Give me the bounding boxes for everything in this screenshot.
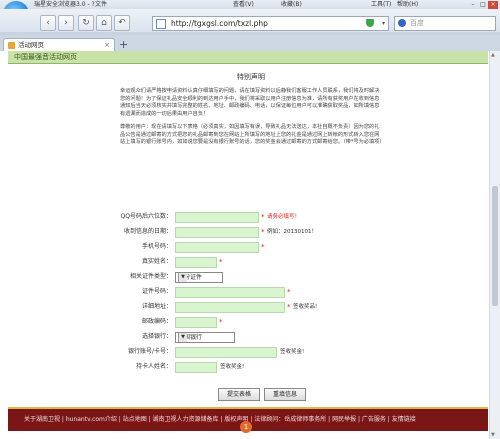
close-window-icon[interactable]: × bbox=[488, 1, 498, 9]
chevron-down-icon[interactable]: ▾ bbox=[382, 17, 385, 30]
postcode-label: 邮政编码： bbox=[141, 318, 172, 325]
phone-row: 手机号码： * bbox=[120, 241, 382, 253]
nav-toolbar: ‹ › ↻ ⌂ ↶ http://tgxgsl.com/txzl.php ▾ 百… bbox=[0, 9, 500, 32]
submit-button[interactable]: 提交表格 bbox=[218, 388, 260, 401]
address-input[interactable] bbox=[175, 302, 285, 313]
scroll-up-icon[interactable]: ▲ bbox=[491, 52, 495, 58]
address-bar[interactable]: http://tgxgsl.com/txzl.php ▾ bbox=[152, 16, 389, 31]
new-tab-button[interactable]: + bbox=[119, 38, 128, 51]
address-hint: 签收奖品! bbox=[293, 304, 318, 310]
menu-view[interactable]: 查看(V) bbox=[233, 0, 254, 9]
page-icon bbox=[156, 19, 166, 29]
title-bar: 瑞星安全浏览器3.0 - ? 文件 查看(V) 收藏(B) 工具(T) 帮助(H… bbox=[0, 0, 500, 9]
page-header-title: 中国最强音活动网页 bbox=[14, 53, 77, 61]
date-input[interactable] bbox=[175, 227, 259, 238]
section-title: 特别声明 bbox=[237, 73, 265, 81]
url-text[interactable]: http://tgxgsl.com/txzl.php bbox=[171, 17, 268, 30]
qq-row: QQ号码后六位数： * 请务必填写！ bbox=[120, 211, 382, 223]
page-header: 中国最强音活动网页 bbox=[8, 51, 488, 64]
name-input[interactable] bbox=[175, 257, 217, 268]
tab-favicon-icon bbox=[8, 42, 15, 49]
notification-badge[interactable]: 1 bbox=[240, 421, 252, 433]
window-controls: – □ × bbox=[468, 0, 498, 9]
date-hint: 例如：20130101！ bbox=[267, 229, 317, 235]
menu-file[interactable]: 文件 bbox=[95, 0, 107, 9]
idtype-label: 相关证件类型： bbox=[129, 273, 172, 280]
tab-active[interactable]: 活动网页 × bbox=[3, 38, 115, 52]
scroll-down-icon[interactable]: ▼ bbox=[491, 432, 495, 438]
holder-row: 持卡人姓名： 签收奖金! bbox=[120, 361, 382, 373]
app-title: 瑞星安全浏览器3.0 - ? bbox=[34, 1, 95, 8]
idno-label: 证件号码： bbox=[141, 288, 172, 295]
account-label: 银行账号/卡号： bbox=[127, 348, 172, 355]
qq-label: QQ号码后六位数： bbox=[120, 213, 172, 220]
date-label: 收到信息的日期： bbox=[123, 228, 172, 235]
form-container: 特别声明 幸运观众们请严格按申请资料认真仔细填写的问题，请在填写资料以后静我们客… bbox=[120, 68, 385, 401]
qq-input[interactable] bbox=[175, 212, 259, 223]
postcode-input[interactable] bbox=[175, 317, 217, 328]
refresh-button[interactable]: ↻ bbox=[78, 15, 94, 31]
baidu-icon bbox=[398, 19, 406, 27]
address-row: 详细地址： * 签收奖品! bbox=[120, 301, 382, 313]
footer-links[interactable]: 关于湖南卫视 | hunantv.com介绍 | 站点地图 | 湖南卫视人力资源… bbox=[24, 415, 416, 424]
page-footer: 关于湖南卫视 | hunantv.com介绍 | 站点地图 | 湖南卫视人力资源… bbox=[8, 407, 488, 433]
vertical-scrollbar[interactable]: ▲ ▼ bbox=[489, 51, 500, 439]
account-hint: 签收奖金! bbox=[280, 349, 305, 355]
holder-hint: 签收奖金! bbox=[220, 364, 245, 370]
address-label: 详细地址： bbox=[141, 303, 172, 310]
forward-button[interactable]: › bbox=[58, 15, 74, 31]
back-button[interactable]: ‹ bbox=[40, 15, 56, 31]
required-mark: * bbox=[219, 318, 223, 326]
account-input[interactable] bbox=[175, 347, 277, 358]
phone-label: 手机号码： bbox=[141, 243, 172, 250]
page-viewport: 中国最强音活动网页 特别声明 幸运观众们请严格按申请资料认真仔细填写的问题，请在… bbox=[0, 51, 500, 439]
required-mark: * bbox=[287, 288, 291, 296]
holder-label: 持卡人姓名： bbox=[135, 363, 172, 370]
name-label: 真实姓名： bbox=[141, 258, 172, 265]
date-row: 收到信息的日期： * 例如：20130101！ bbox=[120, 226, 382, 238]
bank-label: 选择银行： bbox=[141, 333, 172, 340]
undo-button[interactable]: ↶ bbox=[114, 15, 130, 31]
required-mark: * bbox=[287, 303, 291, 311]
menu-tools[interactable]: 工具(T) bbox=[371, 0, 391, 9]
holder-input[interactable] bbox=[175, 362, 217, 373]
bank-select[interactable]: 中国银行 ▼ bbox=[175, 332, 235, 343]
required-mark: * bbox=[261, 228, 265, 236]
qq-hint: 请务必填写！ bbox=[267, 214, 301, 220]
idtype-select[interactable]: 身份证件 ▼ bbox=[175, 272, 223, 283]
idtype-row: 相关证件类型： 身份证件 ▼ bbox=[120, 271, 382, 283]
scrollbar-thumb[interactable] bbox=[492, 186, 498, 306]
search-box[interactable]: 百度 bbox=[394, 16, 496, 31]
reset-button[interactable]: 重填信息 bbox=[264, 388, 306, 401]
chevron-down-icon[interactable]: ▼ bbox=[178, 273, 187, 282]
required-mark: * bbox=[261, 243, 265, 251]
tab-bar: 活动网页 × + bbox=[0, 35, 500, 52]
bank-row: 选择银行： 中国银行 ▼ bbox=[120, 331, 382, 343]
menu-favorites[interactable]: 收藏(B) bbox=[281, 0, 302, 9]
notice-paragraph: 幸运观众们请严格按申请资料认真仔细填写的问题，请在填写资料以后静我们客服工作人员… bbox=[120, 88, 380, 117]
idno-row: 证件号码： * bbox=[120, 286, 382, 298]
account-row: 银行账号/卡号： 签收奖金! bbox=[120, 346, 382, 358]
security-shield-icon[interactable] bbox=[366, 19, 374, 27]
instruction-paragraph: 尊敬的用户：现在请填写以下表格（必须真实，如因填写有误，导致礼品无法送达，本社自… bbox=[120, 124, 385, 145]
required-mark: * bbox=[261, 213, 265, 221]
idno-input[interactable] bbox=[175, 287, 285, 298]
name-row: 真实姓名： * bbox=[120, 256, 382, 268]
chevron-down-icon[interactable]: ▼ bbox=[178, 333, 187, 342]
menu-help[interactable]: 帮助(H) bbox=[397, 0, 418, 9]
required-mark: * bbox=[219, 258, 223, 266]
minimize-icon[interactable]: – bbox=[468, 1, 478, 9]
maximize-icon[interactable]: □ bbox=[478, 1, 488, 9]
search-placeholder[interactable]: 百度 bbox=[410, 17, 424, 30]
postcode-row: 邮政编码： * bbox=[120, 316, 382, 328]
home-button[interactable]: ⌂ bbox=[96, 15, 112, 31]
phone-input[interactable] bbox=[175, 242, 259, 253]
